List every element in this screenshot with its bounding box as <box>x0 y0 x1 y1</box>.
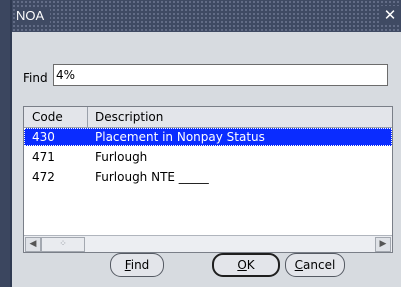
noa-dialog: NOA ✕ Find Code Description 430 Placemen… <box>12 0 401 287</box>
dialog-title: NOA <box>16 8 51 23</box>
cancel-button-mnemonic: C <box>294 258 304 272</box>
find-button-label: ind <box>130 258 150 272</box>
find-button[interactable]: Find <box>110 253 164 277</box>
row-description: Furlough <box>95 150 148 164</box>
list-row[interactable]: 430 Placement in Nonpay Status <box>24 128 392 146</box>
find-label: Find <box>23 71 48 85</box>
cancel-button-label: ancel <box>303 258 336 272</box>
list-header: Code Description <box>24 107 392 128</box>
column-header-code[interactable]: Code <box>24 107 88 127</box>
row-description: Placement in Nonpay Status <box>95 130 265 144</box>
scroll-left-icon[interactable]: ◀ <box>25 237 41 252</box>
find-input[interactable] <box>53 64 388 86</box>
column-header-description[interactable]: Description <box>89 107 163 130</box>
ok-button[interactable]: OK <box>212 253 280 277</box>
row-code: 430 <box>32 130 55 144</box>
dialog-body: Find Code Description 430 Placement in N… <box>12 32 401 287</box>
scroll-right-icon[interactable]: ▶ <box>375 237 391 252</box>
background-window-edge <box>0 0 10 287</box>
list-row[interactable]: 472 Furlough NTE _____ <box>24 168 392 186</box>
ok-button-mnemonic: O <box>237 258 247 272</box>
cancel-button[interactable]: Cancel <box>285 253 345 277</box>
scroll-thumb[interactable]: ⁘ <box>41 237 85 252</box>
ok-button-label: K <box>246 258 255 272</box>
list-row[interactable]: 471 Furlough <box>24 148 392 166</box>
close-icon[interactable]: ✕ <box>381 6 399 24</box>
row-code: 471 <box>32 150 55 164</box>
horizontal-scrollbar[interactable]: ◀ ⁘ ▶ <box>24 235 392 252</box>
background-window <box>0 0 12 287</box>
dialog-titlebar[interactable]: NOA ✕ <box>12 0 401 32</box>
row-description: Furlough NTE _____ <box>95 170 209 184</box>
lov-list: Code Description 430 Placement in Nonpay… <box>23 106 393 253</box>
row-code: 472 <box>32 170 55 184</box>
